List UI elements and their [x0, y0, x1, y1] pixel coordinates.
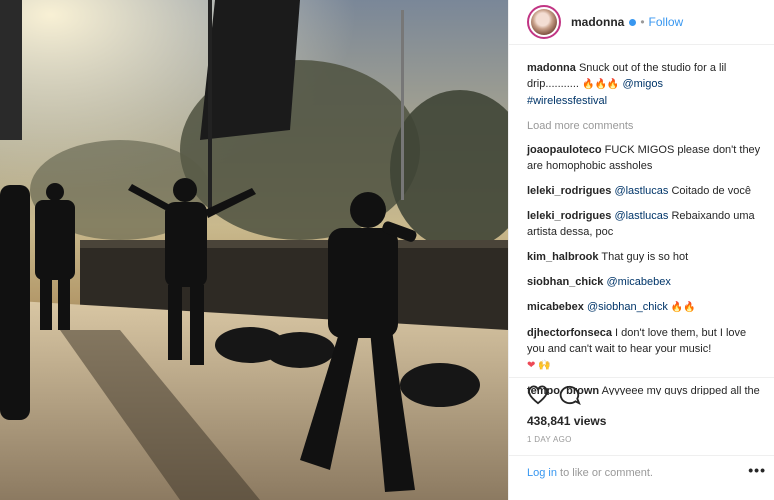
comment-username[interactable]: leleki_rodrigues	[527, 210, 611, 222]
comment: joaopauloteco FUCK MIGOS please don't th…	[527, 142, 764, 174]
comment-mention[interactable]: @micabebex	[606, 276, 670, 288]
instagram-post: madonna • Follow madonna Snuck out of th…	[0, 0, 774, 500]
concert-scene	[0, 0, 508, 500]
comment-emoji: 🔥🔥	[670, 302, 696, 313]
caption: madonna Snuck out of the studio for a li…	[527, 60, 764, 109]
caption-hashtag[interactable]: #wirelessfestival	[527, 95, 607, 107]
comment-mention[interactable]: @lastlucas	[614, 185, 668, 197]
post-date[interactable]: 1 DAY AGO	[527, 435, 572, 444]
comment-username[interactable]: leleki_rodrigues	[527, 185, 611, 197]
login-prompt: Log in to like or comment.	[527, 467, 653, 479]
comment-text: That guy is so hot	[601, 251, 689, 263]
comment-username[interactable]: joaopauloteco	[527, 144, 602, 156]
comment-mention[interactable]: @lastlucas	[614, 210, 668, 222]
comment-text: Coitado de você	[671, 185, 751, 197]
comment-username[interactable]: micabebex	[527, 301, 584, 313]
action-bar	[527, 385, 581, 405]
heart-outline-icon[interactable]	[527, 385, 549, 405]
actions-divider	[509, 377, 774, 378]
caption-mention[interactable]: @migos	[622, 78, 663, 90]
follow-button[interactable]: Follow	[649, 15, 684, 29]
comment-mention[interactable]: @siobhan_chick	[587, 301, 668, 313]
views-count[interactable]: 438,841 views	[527, 414, 606, 428]
avatar-image	[531, 9, 557, 35]
comment-username[interactable]: djhectorfonseca	[527, 327, 612, 339]
comment-username[interactable]: kim_halbrook	[527, 251, 599, 263]
post-sidebar: madonna • Follow madonna Snuck out of th…	[508, 0, 774, 500]
login-text: to like or comment.	[556, 467, 653, 479]
comment: leleki_rodrigues @lastlucas Rebaixando u…	[527, 208, 764, 240]
header-separator: •	[640, 15, 645, 29]
caption-username[interactable]: madonna	[527, 62, 576, 74]
comment-list: madonna Snuck out of the studio for a li…	[527, 60, 764, 404]
comment: djhectorfonseca I don't love them, but I…	[527, 325, 764, 374]
load-more-comments[interactable]: Load more comments	[527, 118, 764, 134]
speech-bubble-icon[interactable]	[559, 385, 581, 405]
comment: kim_halbrook That guy is so hot	[527, 249, 764, 265]
post-photo[interactable]	[0, 0, 508, 500]
comment-emoji: ❤ 🙌	[527, 360, 551, 371]
more-options-icon[interactable]: •••	[748, 462, 766, 478]
comment: micabebex @siobhan_chick 🔥🔥	[527, 299, 764, 316]
comment: leleki_rodrigues @lastlucas Coitado de v…	[527, 183, 764, 199]
post-header: madonna • Follow	[509, 0, 774, 45]
caption-emojis: 🔥🔥🔥	[582, 79, 620, 90]
comment-username[interactable]: siobhan_chick	[527, 276, 603, 288]
header-username[interactable]: madonna	[571, 15, 624, 29]
verified-badge-icon	[629, 18, 637, 26]
avatar[interactable]	[527, 5, 561, 39]
comment: siobhan_chick @micabebex	[527, 274, 764, 290]
login-divider	[509, 455, 774, 456]
login-link[interactable]: Log in	[527, 467, 557, 479]
